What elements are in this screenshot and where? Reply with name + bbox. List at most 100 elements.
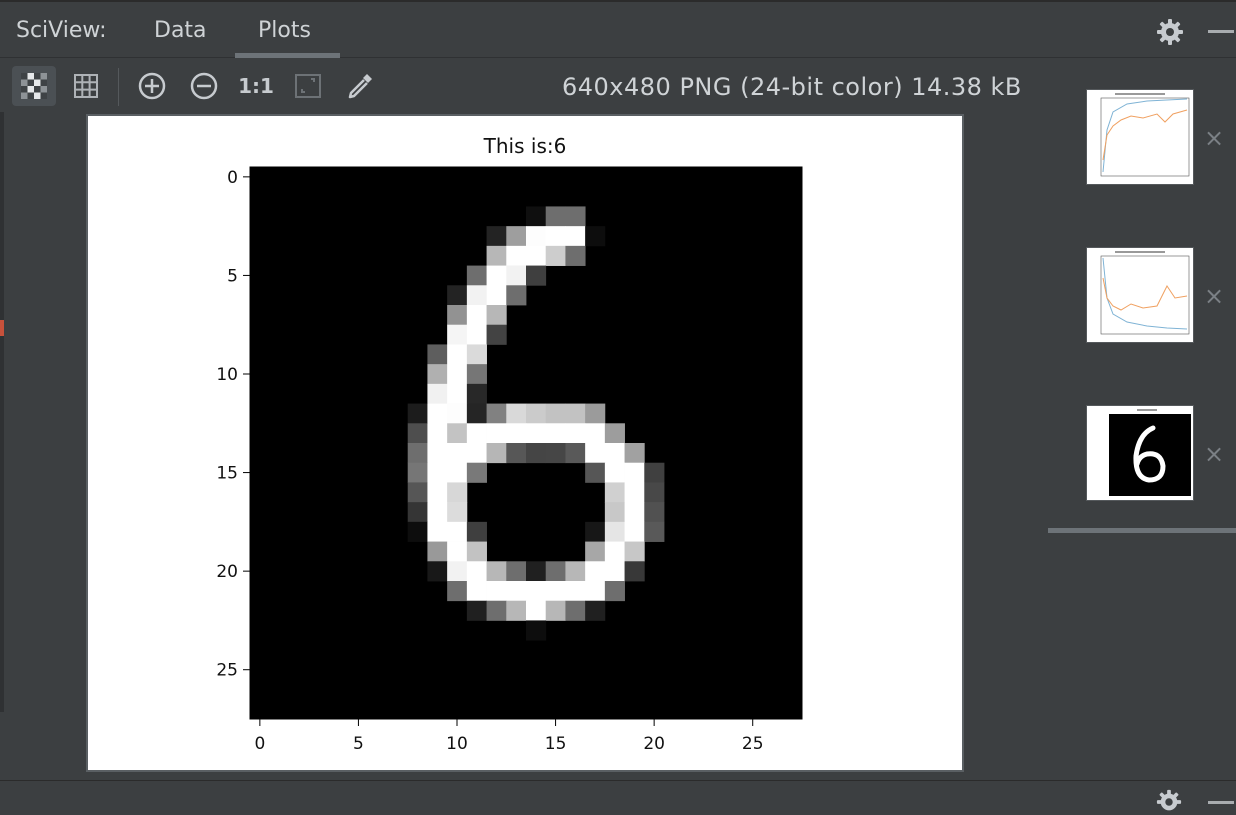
pixel — [545, 443, 566, 464]
pixel — [486, 443, 507, 464]
pixel — [604, 423, 625, 444]
pixel — [545, 423, 566, 444]
fit-to-window-button[interactable] — [286, 66, 330, 106]
pixel — [447, 443, 468, 464]
pixel — [506, 561, 527, 582]
pixel — [407, 403, 428, 424]
pixel — [427, 561, 448, 582]
pixel — [447, 364, 468, 385]
app-title: SciView: — [16, 18, 107, 43]
pixel — [526, 581, 547, 602]
pixel — [466, 285, 487, 306]
pixel — [506, 285, 527, 306]
left-gutter — [0, 112, 4, 712]
pixel — [644, 482, 665, 503]
pixel — [407, 423, 428, 444]
pixel — [585, 600, 606, 621]
y-tick-label: 25 — [216, 661, 238, 681]
sciview-header: SciView: Data Plots — [0, 0, 1236, 58]
tab-plots[interactable]: Plots — [258, 18, 311, 43]
pixel — [604, 443, 625, 464]
gutter-marker — [0, 320, 4, 336]
pixel — [526, 600, 547, 621]
pixel — [545, 561, 566, 582]
thumbnail-accuracy-plot[interactable] — [1086, 89, 1194, 185]
pixel — [427, 344, 448, 365]
pixel — [466, 521, 487, 542]
pixel — [506, 265, 527, 286]
pixel — [427, 403, 448, 424]
pixel — [466, 561, 487, 582]
close-thumbnail-3[interactable]: × — [1204, 440, 1224, 468]
pixel — [624, 521, 645, 542]
pixel — [447, 423, 468, 444]
pixel — [585, 226, 606, 247]
actual-size-button[interactable]: 1:1 — [234, 66, 278, 106]
checkerboard-icon — [21, 73, 47, 99]
pixel — [407, 462, 428, 483]
zoom-in-button[interactable] — [130, 66, 174, 106]
pixel — [447, 344, 468, 365]
pixel — [506, 600, 527, 621]
pixel — [585, 462, 606, 483]
pixel — [427, 423, 448, 444]
pixel — [545, 581, 566, 602]
pixel — [427, 502, 448, 523]
tab-data[interactable]: Data — [154, 18, 207, 43]
pixel — [466, 600, 487, 621]
pixel — [644, 462, 665, 483]
pixel — [526, 206, 547, 227]
pixel — [565, 561, 586, 582]
gear-icon[interactable] — [1156, 789, 1182, 815]
x-tick-label: 15 — [545, 734, 567, 754]
pixel — [466, 383, 487, 404]
pixel — [447, 482, 468, 503]
pixel — [604, 502, 625, 523]
y-tick-label: 10 — [216, 365, 238, 385]
thumbnail-digit-plot[interactable] — [1086, 405, 1194, 501]
thumbnail-panel-divider[interactable] — [1048, 528, 1236, 533]
checkerboard-toggle-button[interactable] — [12, 66, 56, 106]
x-tick-label: 5 — [353, 734, 364, 754]
pixel — [447, 541, 468, 562]
pixel — [466, 364, 487, 385]
minimize-icon[interactable] — [1208, 801, 1234, 804]
pixel — [565, 245, 586, 266]
color-picker-button[interactable] — [338, 66, 382, 106]
zoom-out-icon — [190, 72, 218, 100]
gear-icon[interactable] — [1156, 18, 1184, 46]
y-tick-label: 5 — [227, 266, 238, 286]
pixel — [506, 403, 527, 424]
close-thumbnail-1[interactable]: × — [1204, 124, 1224, 152]
pixel — [604, 581, 625, 602]
pixel — [604, 482, 625, 503]
pixel — [565, 403, 586, 424]
pixel — [624, 443, 645, 464]
pixel — [447, 561, 468, 582]
grid-toggle-button[interactable] — [64, 66, 108, 106]
zoom-out-button[interactable] — [182, 66, 226, 106]
pixel — [506, 245, 527, 266]
pixel — [466, 423, 487, 444]
pixel — [545, 226, 566, 247]
pixel — [565, 581, 586, 602]
pixel — [466, 324, 487, 345]
pixel — [486, 226, 507, 247]
pixel — [427, 462, 448, 483]
zoom-in-icon — [138, 72, 166, 100]
pixel — [506, 443, 527, 464]
pixel — [604, 541, 625, 562]
image-info-label: 640x480 PNG (24-bit color) 14.38 kB — [562, 73, 1022, 101]
minimize-icon[interactable] — [1208, 30, 1234, 33]
pixel — [565, 423, 586, 444]
pixel — [447, 324, 468, 345]
pixel — [526, 403, 547, 424]
pixel — [466, 581, 487, 602]
x-tick-label: 10 — [446, 734, 468, 754]
thumbnail-loss-plot[interactable] — [1086, 247, 1194, 343]
pixel — [486, 305, 507, 326]
close-thumbnail-2[interactable]: × — [1204, 282, 1224, 310]
active-tab-indicator — [235, 53, 340, 58]
pixel — [526, 620, 547, 641]
pixel — [604, 462, 625, 483]
